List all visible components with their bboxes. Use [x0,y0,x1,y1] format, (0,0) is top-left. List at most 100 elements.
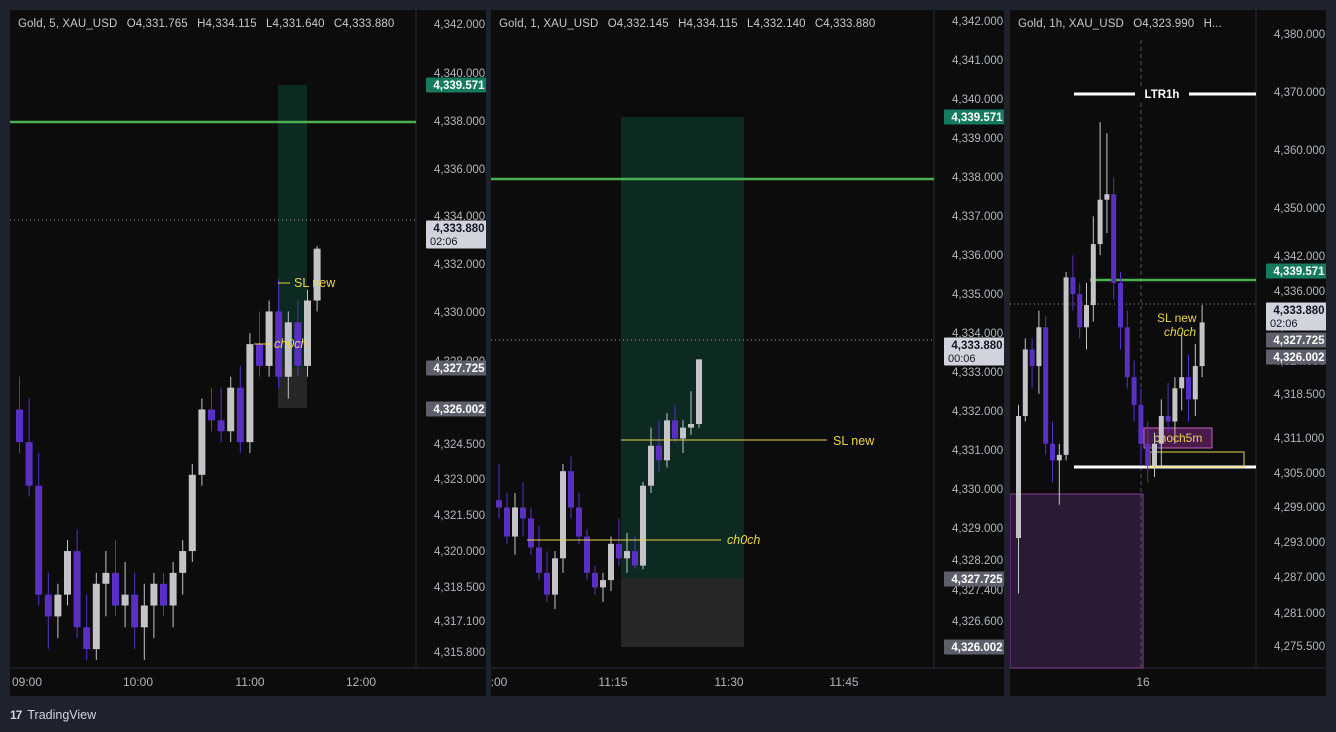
candle-body [313,248,321,301]
chart-panel-1h[interactable]: 4,380.000 4,370.000 4,360.000 4,350.000 4,34… [1010,10,1326,696]
candle-body [1077,294,1083,328]
y-tick-label: 4,337.000 [952,211,1003,223]
candle-body [1158,416,1164,444]
candle-body [64,551,71,595]
close-value: C4,333.880 [814,18,876,30]
open-value: O4,331.765 [126,18,188,30]
high-value: H4,334.115 [678,18,738,30]
candle-body [1118,282,1123,328]
candle-body [227,387,235,432]
low-value: L4,332.140 [747,18,806,30]
chart-canvas-1m[interactable]: 4,342.000 4,341.000 4,340.000 4,339.000 4,33… [491,10,1004,696]
ohlc-legend: Gold, 5, XAU_USD O4,331.765 H4,334.115 L… [18,18,400,30]
y-tick-label: 4,335.000 [952,289,1003,301]
y-tick-label: 4,331.000 [952,445,1003,457]
chart-canvas-5m[interactable]: 4,342.0004,340.0004,338.0004,336.0004,33… [10,10,486,696]
candle-body [640,485,646,566]
candle-body [150,583,158,606]
x-tick-label: 11:45 [829,675,858,689]
candle-body [1179,377,1185,389]
chart-canvas-1h[interactable]: 4,380.000 4,370.000 4,360.000 4,350.000 4,34… [1010,10,1326,696]
candle-body [496,500,502,508]
y-tick-label: 4,287.000 [1274,572,1325,584]
candle-body [73,551,81,628]
candle-body [92,583,100,650]
y-tick-label: 4,370.000 [1274,87,1325,99]
footer-brand[interactable]: 17 TradingView [10,708,96,722]
candle-body [25,442,33,486]
candle-body [1050,443,1055,461]
current-price-label: 4,333.880 [433,223,484,235]
chart-panel-1m[interactable]: 4,342.000 4,341.000 4,340.000 4,339.000 4,33… [491,10,1004,696]
x-tick-label: 11:15 [598,675,627,689]
stop-zone [621,577,744,647]
stop-price-label: 4,326.002 [1273,352,1324,364]
candle-body [1016,416,1021,538]
current-price-label: 4,333.880 [951,340,1002,352]
x-tick-label: 12:00 [346,675,376,689]
ltr-label: LTR1h [1145,89,1180,101]
sl-label: SL new [833,434,875,448]
y-tick-label: 4,333.000 [952,367,1003,379]
y-tick-label: 4,329.000 [952,523,1003,535]
y-tick-label: 4,338.000 [952,172,1003,184]
candle-body [632,551,638,566]
chart-panel-5m[interactable]: 4,342.000 4,340.000 4,338.000 4,336.000 4,33… [10,10,486,696]
candle-body [188,474,196,552]
y-tick-label: 4,336.000 [1274,286,1325,298]
candle-body [536,547,542,573]
candle-body [1111,194,1117,283]
y-tick-label: 4,299.000 [1274,502,1325,514]
open-value: O4,332.145 [607,18,669,30]
candle-body [1131,377,1137,405]
y-tick-label: 4,332.000 [434,259,485,271]
y-tick-label: 4,323.000 [434,474,485,486]
y-tick-label: 4,332.000 [952,406,1003,418]
choch-label: ch0ch [274,337,307,351]
entry-price-label: 4,327.725 [433,363,485,375]
choch-label: ch0ch [727,533,760,547]
countdown-label: 00:06 [948,353,976,365]
candle-body [179,551,187,573]
y-tick-label: 4,311.000 [1274,433,1324,445]
tp-price-label: 4,339.571 [1273,266,1325,278]
candle-body [1036,327,1042,367]
ohlc-legend: Gold, 1, XAU_USD O4,332.145 H4,334.115 L… [499,18,881,30]
candle-body [44,594,52,617]
candle-body [140,605,148,628]
y-tick-label: 4,342.000 [952,16,1003,28]
y-tick-label: 4,327.400 [952,585,1003,597]
candle-body [1084,305,1089,328]
y-tick-label: 4,318.500 [1274,389,1325,401]
candle-body [1097,199,1103,245]
sl-label: SL new [1157,311,1197,325]
y-tick-label: 4,360.000 [1274,145,1325,157]
candle-body [552,558,558,595]
candle-body [16,409,23,443]
y-tick-label: 4,293.000 [1274,537,1325,549]
y-tick-label: 4,324.500 [434,439,485,451]
candle-body [512,507,518,537]
candle-body [520,507,526,519]
candle-body [1186,377,1191,400]
sl-label: SL new [294,276,336,290]
y-tick-label: 4,321.500 [434,510,485,522]
candle-body [560,471,566,559]
y-tick-label: 4,350.000 [1274,203,1325,215]
candle-body [624,551,630,559]
candle-body [1199,322,1205,367]
entry-price-label: 4,327.725 [951,574,1003,586]
stop-price-label: 4,326.002 [433,404,484,416]
y-tick-label: 4,305.000 [1274,468,1325,480]
symbol-label: Gold, 1h, XAU_USD [1018,18,1124,30]
y-tick-label: 4,336.000 [434,164,485,176]
tp-price-label: 4,339.571 [433,80,485,92]
candle-body [544,572,550,595]
y-tick-label: 4,339.000 [952,133,1003,145]
candle-body [1056,454,1062,461]
candle-body [528,518,534,548]
candle-body [504,507,510,537]
high-value: H4,334.115 [197,18,257,30]
entry-price-label: 4,327.725 [1273,335,1325,347]
candle-body [246,344,254,443]
